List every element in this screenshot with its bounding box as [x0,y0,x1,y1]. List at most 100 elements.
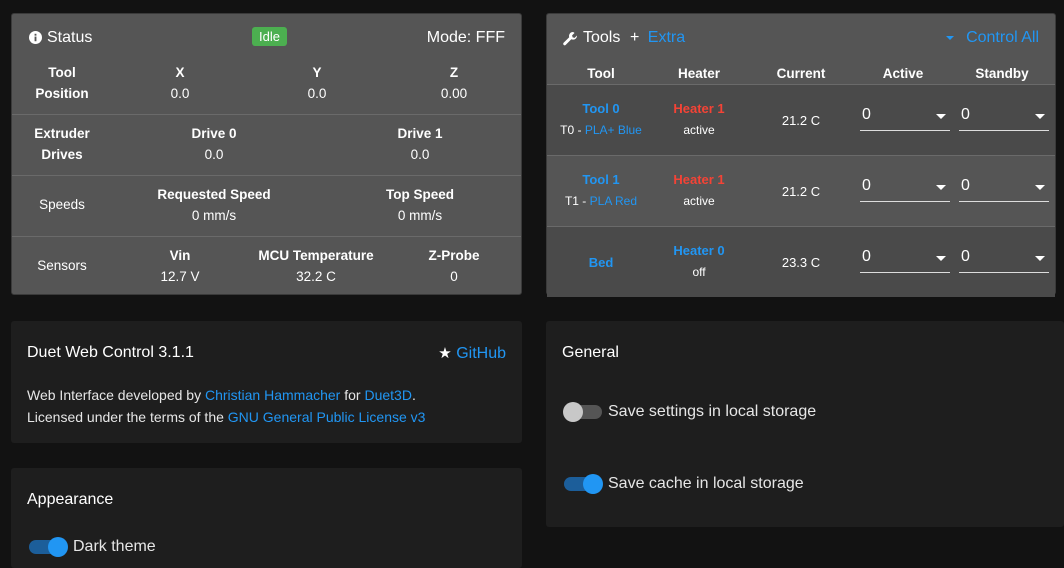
tool-0-filament-link[interactable]: PLA+ Blue [585,123,642,137]
requested-speed-value: 0 mm/s [191,208,237,223]
extra-button[interactable]: + Extra [630,29,685,47]
tool-0-heater-link[interactable]: Heater 1 [649,101,749,116]
appearance-panel: Appearance Dark theme [11,468,522,568]
dropdown-arrow-icon [936,114,946,119]
dropdown-arrow-icon [1035,185,1045,190]
tool-0-current: 21.2 C [781,113,821,128]
tool-1-active-value: 0 [862,177,871,194]
tools-title: Tools [583,29,621,46]
tool-0-standby-value: 0 [961,106,970,123]
tool-row: Bed Heater 0 off 23.3 C 0 0 [547,226,1055,297]
col-standby: Standby [975,66,1029,81]
about-title: Duet Web Control 3.1.1 [27,344,194,361]
dropdown-arrow-icon [1035,256,1045,261]
about-text: for [340,387,365,403]
save-cache-switch[interactable] [564,474,603,494]
axis-x-value: 0.0 [170,86,190,101]
switch-knob [583,474,603,494]
tool-row: Tool 1 T1 - PLA Red Heater 1 active 21.2… [547,155,1055,226]
about-text: . [411,387,416,403]
tool-1-filament-link[interactable]: PLA Red [590,194,637,208]
license-link[interactable]: GNU General Public License v3 [228,409,426,425]
mcu-temp-label: MCU Temperature [258,248,374,263]
top-speed-value: 0 mm/s [397,208,443,223]
tool-0-active-value: 0 [862,106,871,123]
tool-0-standby-select[interactable]: 0 [959,101,1049,131]
tool-1-prefix: T1 - [564,194,590,208]
requested-speed-label: Requested Speed [157,187,271,202]
axis-z-label: Z [449,65,459,80]
speeds-label: Speeds [39,197,85,212]
speeds-row: Speeds Requested Speed 0 mm/s Top Speed … [12,175,521,236]
save-cache-label: Save cache in local storage [608,475,804,492]
axis-y-value: 0.0 [307,86,327,101]
drive-0-label: Drive 0 [191,126,237,141]
bed-standby-value: 0 [961,248,970,265]
tool-1-link[interactable]: Tool 1 [551,172,651,187]
switch-knob [48,537,68,557]
general-title: General [562,344,619,361]
github-label: GitHub [456,345,506,362]
dropdown-arrow-icon [936,256,946,261]
bed-standby-select[interactable]: 0 [959,243,1049,273]
extruder-label-2: Drives [41,147,83,162]
tool-0-link[interactable]: Tool 0 [551,101,651,116]
position-label-1: Tool [48,65,76,80]
vin-value: 12.7 V [160,269,200,284]
z-probe-value: 0 [450,269,458,284]
sensors-row: Sensors Vin 12.7 V MCU Temperature 32.2 … [12,236,521,297]
duet3d-link[interactable]: Duet3D [364,387,411,403]
bed-active-select[interactable]: 0 [860,243,950,273]
github-link[interactable]: ★ GitHub [438,344,506,363]
col-active: Active [882,66,924,81]
extra-label: Extra [647,29,686,46]
bed-current: 23.3 C [781,255,821,270]
col-current: Current [776,66,826,81]
tool-0-active-select[interactable]: 0 [860,101,950,131]
control-all-label: Control All [966,29,1039,46]
bed-link[interactable]: Bed [551,255,651,270]
status-panel: Status Idle Mode: FFF Tool Position X 0.… [11,13,522,295]
info-icon [29,31,42,47]
dropdown-arrow-icon [1035,114,1045,119]
col-heater: Heater [677,66,721,81]
tool-1-heater-link[interactable]: Heater 1 [649,172,749,187]
dropdown-arrow-icon [936,185,946,190]
tool-row: Tool 0 T0 - PLA+ Blue Heater 1 active 21… [547,84,1055,155]
top-speed-label: Top Speed [385,187,454,202]
save-settings-switch[interactable] [563,402,602,422]
about-panel: Duet Web Control 3.1.1 ★ GitHub Web Inte… [11,321,522,443]
mcu-temp-value: 32.2 C [296,269,336,284]
status-title: Status [47,29,93,46]
sensors-label: Sensors [37,258,87,273]
about-text: Licensed under the terms of the [27,409,228,425]
drive-1-value: 0.0 [410,147,430,162]
star-icon: ★ [438,345,452,362]
tool-0-prefix: T0 - [560,123,585,137]
tool-0-heater-state: active [683,123,715,137]
wrench-icon [562,31,578,50]
control-all-button[interactable]: Control All [945,29,1039,47]
about-line-1: Web Interface developed by Christian Ham… [27,387,416,403]
tool-1-current: 21.2 C [781,184,821,199]
switch-knob [563,402,583,422]
axis-y-label: Y [312,65,322,80]
general-panel: General Save settings in local storage S… [546,321,1064,527]
mode-label: Mode: FFF [426,29,505,46]
about-text: Web Interface developed by [27,387,205,403]
status-badge: Idle [252,27,287,46]
col-tool: Tool [587,66,615,81]
bed-heater-link[interactable]: Heater 0 [649,243,749,258]
dark-theme-label: Dark theme [73,538,156,555]
vin-label: Vin [169,248,191,263]
caret-down-icon [945,35,954,40]
bed-heater-state: off [692,265,706,279]
about-line-2: Licensed under the terms of the GNU Gene… [27,409,425,425]
author-link[interactable]: Christian Hammacher [205,387,340,403]
tool-1-standby-select[interactable]: 0 [959,172,1049,202]
tool-1-active-select[interactable]: 0 [860,172,950,202]
z-probe-label: Z-Probe [428,248,480,263]
axis-x-label: X [175,65,185,80]
appearance-title: Appearance [27,491,114,508]
dark-theme-switch[interactable] [29,537,68,557]
